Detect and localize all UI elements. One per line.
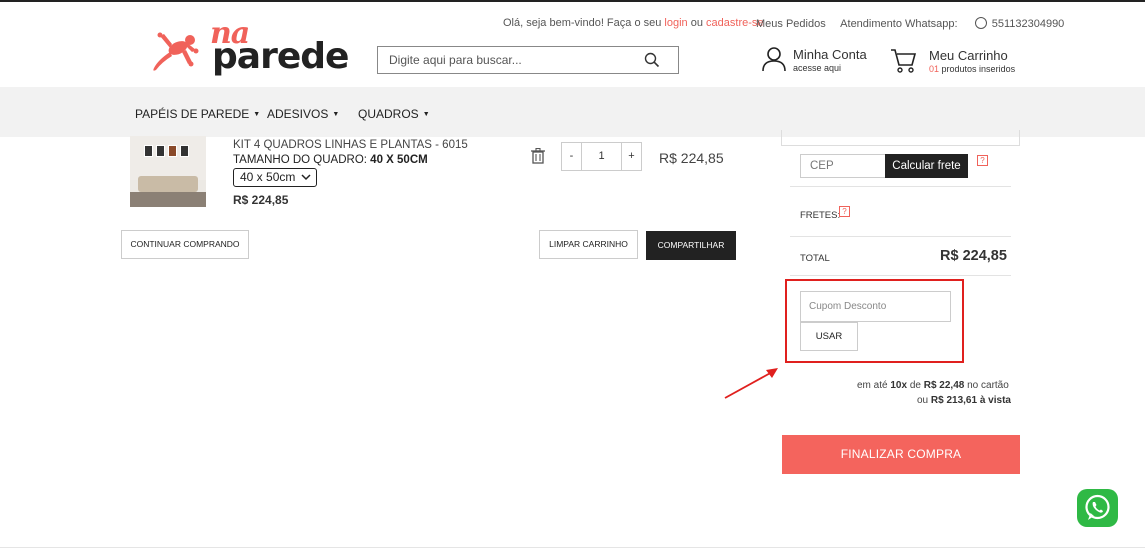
quantity-decrease-button[interactable]: -: [562, 143, 582, 170]
whatsapp-label: Atendimento Whatsapp:: [840, 18, 958, 30]
quantity-stepper: - 1 +: [561, 142, 642, 171]
line-total: R$ 224,85: [659, 150, 724, 166]
logo-text-bottom: parede: [212, 36, 349, 77]
nav-item-quadros[interactable]: QUADROS ▼: [358, 107, 430, 121]
product-image-frame: [156, 145, 165, 157]
caret-down-icon: ▼: [422, 111, 430, 118]
cash-prefix: ou: [917, 395, 929, 406]
shipping-label: FRETES:: [800, 210, 841, 221]
welcome-prefix: Olá, seja bem-vindo! Faça o seu: [503, 17, 662, 29]
calculate-shipping-button[interactable]: Calcular frete: [885, 154, 968, 178]
logo[interactable]: na parede: [148, 14, 349, 80]
search-input[interactable]: [378, 47, 638, 73]
account-link[interactable]: Minha Conta acesse aqui: [762, 46, 867, 77]
nav-item-papeis-de-parede[interactable]: PAPÉIS DE PAREDE ▼: [135, 107, 260, 121]
product-image-frame: [144, 145, 153, 157]
product-image-frame: [180, 145, 189, 157]
user-icon: [762, 47, 786, 72]
top-border: [0, 0, 1145, 2]
size-select[interactable]: 40 x 50cm: [233, 168, 317, 187]
cart-sub: 01 produtos inseridos: [929, 64, 1015, 74]
whatsapp-number: 551132304990: [991, 18, 1065, 30]
cep-input[interactable]: CEP: [800, 154, 886, 178]
continue-shopping-button[interactable]: CONTINUAR COMPRANDO: [121, 230, 249, 259]
cart-sub-text: produtos inseridos: [941, 64, 1016, 74]
help-icon[interactable]: ?: [839, 206, 850, 217]
installments-of: de: [909, 380, 921, 391]
product-image-wall: [130, 136, 206, 180]
bottom-border: [0, 547, 1145, 548]
top-links: Meus Pedidos Atendimento Whatsapp: 55113…: [756, 17, 1088, 30]
chevron-down-icon: [301, 174, 311, 181]
divider: [790, 236, 1011, 237]
annotation-arrow-icon: [724, 368, 778, 399]
welcome-text: Olá, seja bem-vindo! Faça o seu login ou…: [503, 17, 764, 29]
total-value: R$ 224,85: [940, 248, 1007, 264]
product-image[interactable]: [130, 136, 206, 207]
product-image-floor: [130, 192, 206, 207]
account-sub: acesse aqui: [793, 63, 842, 73]
caret-down-icon: ▼: [253, 111, 261, 118]
welcome-or: ou: [690, 17, 703, 29]
whatsapp-float-button[interactable]: [1077, 489, 1118, 527]
whatsapp-support[interactable]: Atendimento Whatsapp: 551132304990: [840, 17, 1076, 30]
help-icon[interactable]: ?: [977, 155, 988, 166]
product-image-sofa: [138, 176, 198, 192]
coupon-input[interactable]: [801, 292, 950, 321]
nav-item-label: PAPÉIS DE PAREDE: [135, 107, 250, 121]
checkout-button[interactable]: FINALIZAR COMPRA: [782, 435, 1020, 474]
whatsapp-icon: [1085, 494, 1110, 520]
product-size: TAMANHO DO QUADRO: 40 X 50CM: [233, 154, 428, 166]
cart-title: Meu Carrinho: [929, 48, 1008, 63]
nav-item-label: QUADROS: [358, 107, 419, 121]
cart-count: 01: [929, 64, 940, 74]
cart-icon: [891, 49, 917, 73]
cash-value: R$ 213,61 à vista: [930, 395, 1011, 406]
product-name[interactable]: KIT 4 QUADROS LINHAS E PLANTAS - 6015: [233, 139, 468, 151]
product-size-label: TAMANHO DO QUADRO:: [233, 154, 367, 166]
search-icon[interactable]: [644, 52, 660, 68]
product-size-value: 40 X 50CM: [370, 154, 428, 166]
clear-cart-button[interactable]: LIMPAR CARRINHO: [539, 230, 638, 259]
whatsapp-icon: [974, 17, 987, 29]
installments-text: em até 10x de R$ 22,48 no cartão: [857, 380, 1009, 391]
cart-link[interactable]: Meu Carrinho 01 produtos inseridos: [890, 46, 1015, 79]
nav-item-adesivos[interactable]: ADESIVOS ▼: [267, 107, 339, 121]
summary-box-top: [781, 130, 1020, 146]
size-select-value: 40 x 50cm: [240, 170, 296, 184]
search-bar: [377, 46, 679, 74]
gecko-icon: [153, 32, 199, 71]
product-unit-price: R$ 224,85: [233, 193, 289, 207]
installments-suffix: no cartão: [967, 380, 1009, 391]
apply-coupon-button[interactable]: USAR: [800, 322, 858, 351]
account-title: Minha Conta: [793, 47, 867, 62]
trash-icon[interactable]: [531, 148, 545, 164]
quantity-increase-button[interactable]: +: [621, 143, 641, 170]
cash-price-text: ou R$ 213,61 à vista: [917, 395, 1011, 406]
caret-down-icon: ▼: [332, 111, 340, 118]
signup-link[interactable]: cadastre-se: [706, 17, 763, 29]
quantity-value[interactable]: 1: [582, 143, 621, 170]
installments-prefix: em até: [857, 380, 888, 391]
nav-item-label: ADESIVOS: [267, 107, 329, 121]
coupon-field: [800, 291, 951, 322]
installments-value: R$ 22,48: [923, 380, 965, 391]
product-image-frame: [168, 145, 177, 157]
login-link[interactable]: login: [664, 17, 687, 29]
my-orders-link[interactable]: Meus Pedidos: [756, 18, 826, 30]
installments-count: 10x: [890, 380, 908, 391]
total-label: TOTAL: [800, 253, 830, 264]
share-button[interactable]: COMPARTILHAR: [646, 231, 736, 260]
divider: [790, 186, 1011, 187]
divider: [790, 275, 1011, 276]
